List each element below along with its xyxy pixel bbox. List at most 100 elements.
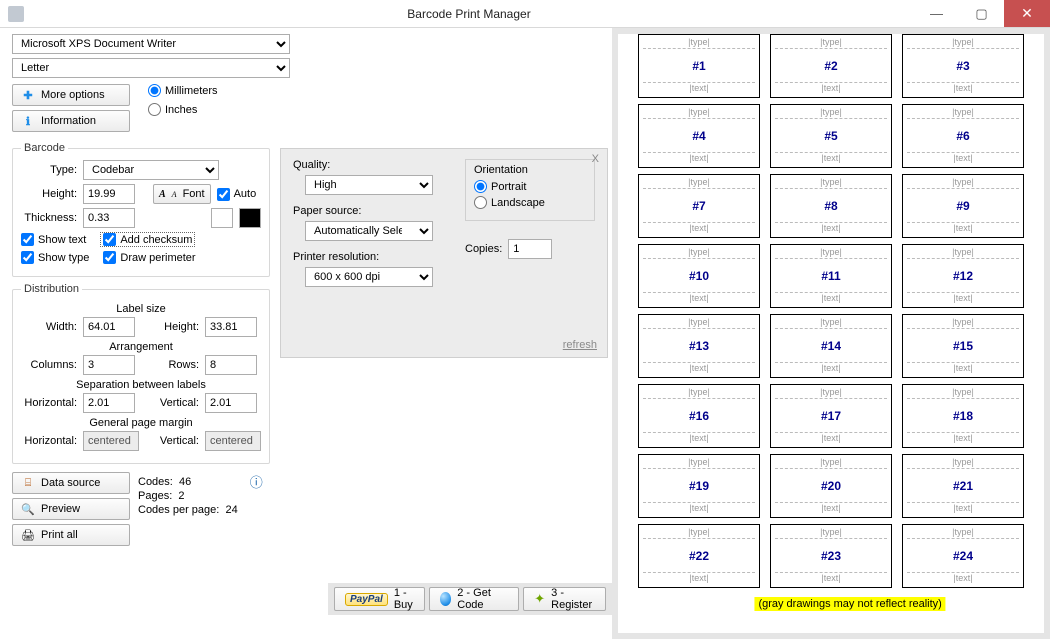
auto-checkbox[interactable]: Auto — [217, 188, 257, 201]
preview-label-cell: |type|#15|text| — [902, 314, 1024, 378]
label-width-input[interactable] — [83, 317, 135, 337]
preview-label-cell: |type|#2|text| — [770, 34, 892, 98]
preview-warning-banner: (gray drawings may not reflect reality) — [754, 597, 945, 611]
preview-label-cell: |type|#23|text| — [770, 524, 892, 588]
thickness-input[interactable] — [83, 208, 135, 228]
preview-text-placeholder: |text| — [643, 83, 755, 95]
maximize-button[interactable]: ▢ — [959, 0, 1004, 27]
preview-label-cell: |type| #20 |text| — [770, 454, 892, 518]
get-code-button[interactable]: 2 - Get Code — [429, 587, 519, 611]
info-hint-icon[interactable]: ⓘ — [250, 472, 263, 546]
paper-source-select[interactable]: Automatically Select — [305, 221, 433, 241]
barcode-height-input[interactable] — [83, 184, 135, 204]
preview-label-number: #5 — [824, 129, 837, 143]
close-button[interactable]: ✕ — [1004, 0, 1050, 27]
copies-input[interactable] — [508, 239, 552, 259]
preview-text-placeholder: |text| — [775, 433, 887, 445]
preview-label-number: #19 — [689, 479, 709, 493]
preview-label-cell: |type|#3|text| — [902, 34, 1024, 98]
preview-label-cell: |type|#22|text| — [638, 524, 760, 588]
preview-label-cell: |type|#5|text| — [770, 104, 892, 168]
panel-close-button[interactable]: X — [592, 153, 599, 165]
preview-label-number: #18 — [953, 409, 973, 423]
register-button[interactable]: ✦ 3 - Register — [523, 587, 606, 611]
printer-select[interactable]: Microsoft XPS Document Writer — [12, 34, 290, 54]
preview-label-number: #4 — [692, 129, 705, 143]
star-icon: ✦ — [534, 591, 545, 607]
more-options-button[interactable]: ✚ More options — [12, 84, 130, 106]
orientation-label: Orientation — [474, 164, 586, 176]
preview-type-placeholder: |type| — [907, 317, 1019, 329]
preview-label-cell: |type|#8|text| — [770, 174, 892, 238]
pages-value: 2 — [178, 490, 184, 502]
preview-text-placeholder: |text| — [907, 83, 1019, 95]
print-icon: 🖨 — [21, 528, 35, 542]
background-color-box[interactable] — [239, 208, 261, 228]
label-height-input[interactable] — [205, 317, 257, 337]
preview-label-cell: |type|#7|text| — [638, 174, 760, 238]
distribution-group: Distribution Label size Width: Height: A… — [12, 283, 270, 464]
preview-type-placeholder: |type| — [643, 457, 755, 469]
preview-type-placeholder: |type| — [643, 317, 755, 329]
label-size-heading: Label size — [21, 303, 261, 315]
preview-type-placeholder: |type| — [775, 247, 887, 259]
preview-text-placeholder: |text| — [775, 503, 887, 515]
preview-type-placeholder: |type| — [643, 387, 755, 399]
preview-text-placeholder: |text| — [775, 83, 887, 95]
preview-label-number: #20 — [821, 479, 841, 493]
preview-label-number: #7 — [692, 199, 705, 213]
preview-button[interactable]: 🔍 Preview — [12, 498, 130, 520]
margin-heading: General page margin — [21, 417, 261, 429]
preview-label-number: #12 — [953, 269, 973, 283]
preview-text-placeholder: |text| — [907, 223, 1019, 235]
preview-type-placeholder: |type| — [643, 527, 755, 539]
arrangement-heading: Arrangement — [21, 341, 261, 353]
quality-select[interactable]: High — [305, 175, 433, 195]
preview-label-cell: |type|#14|text| — [770, 314, 892, 378]
minimize-button[interactable]: — — [914, 0, 959, 27]
paper-size-select[interactable]: Letter — [12, 58, 290, 78]
preview-text-placeholder: |text| — [643, 363, 755, 375]
preview-label-number: #14 — [821, 339, 841, 353]
sep-horiz-input[interactable] — [83, 393, 135, 413]
rows-input[interactable] — [205, 355, 257, 375]
preview-type-placeholder: |type| — [643, 177, 755, 189]
show-type-checkbox[interactable]: Show type — [21, 251, 89, 264]
resolution-select[interactable]: 600 x 600 dpi — [305, 267, 433, 287]
preview-text-placeholder: |text| — [775, 153, 887, 165]
data-source-button[interactable]: ⌸ Data source — [12, 472, 130, 494]
information-button[interactable]: ℹ Information — [12, 110, 130, 132]
preview-type-placeholder: |type| — [907, 37, 1019, 49]
height-label: Height: — [21, 188, 77, 200]
print-all-button[interactable]: 🖨 Print all — [12, 524, 130, 546]
refresh-link[interactable]: refresh — [563, 339, 597, 351]
buy-button[interactable]: PayPal 1 - Buy — [334, 587, 425, 611]
preview-label-cell: |type|#17|text| — [770, 384, 892, 448]
add-checksum-checkbox[interactable]: Add checksum — [100, 232, 195, 247]
preview-type-placeholder: |type| — [643, 107, 755, 119]
window-title: Barcode Print Manager — [24, 7, 914, 21]
preview-type-placeholder: |type| — [643, 247, 755, 259]
preview-label-number: #15 — [953, 339, 973, 353]
type-label: Type: — [21, 164, 77, 176]
foreground-color-box[interactable] — [211, 208, 233, 228]
preview-type-placeholder: |type| — [907, 457, 1019, 469]
preview-text-placeholder: |text| — [775, 293, 887, 305]
orientation-portrait-radio[interactable]: Portrait — [474, 180, 586, 193]
barcode-type-select[interactable]: Codebar — [83, 160, 219, 180]
preview-type-placeholder: |type| — [775, 527, 887, 539]
sep-vert-input[interactable] — [205, 393, 257, 413]
preview-label-cell: |type|#21|text| — [902, 454, 1024, 518]
preview-label-number: #22 — [689, 549, 709, 563]
units-mm-radio[interactable]: Millimeters — [148, 84, 218, 97]
preview-type-placeholder: |type| — [775, 457, 887, 469]
orientation-landscape-radio[interactable]: Landscape — [474, 196, 586, 209]
draw-perimeter-checkbox[interactable]: Draw perimeter — [103, 251, 195, 264]
preview-type-placeholder: |type| — [775, 317, 887, 329]
font-button[interactable]: AA Font — [153, 184, 211, 204]
preview-text-placeholder: |text| — [643, 293, 755, 305]
separation-heading: Separation between labels — [21, 379, 261, 391]
units-in-radio[interactable]: Inches — [148, 103, 218, 116]
columns-input[interactable] — [83, 355, 135, 375]
show-text-checkbox[interactable]: Show text — [21, 233, 86, 246]
